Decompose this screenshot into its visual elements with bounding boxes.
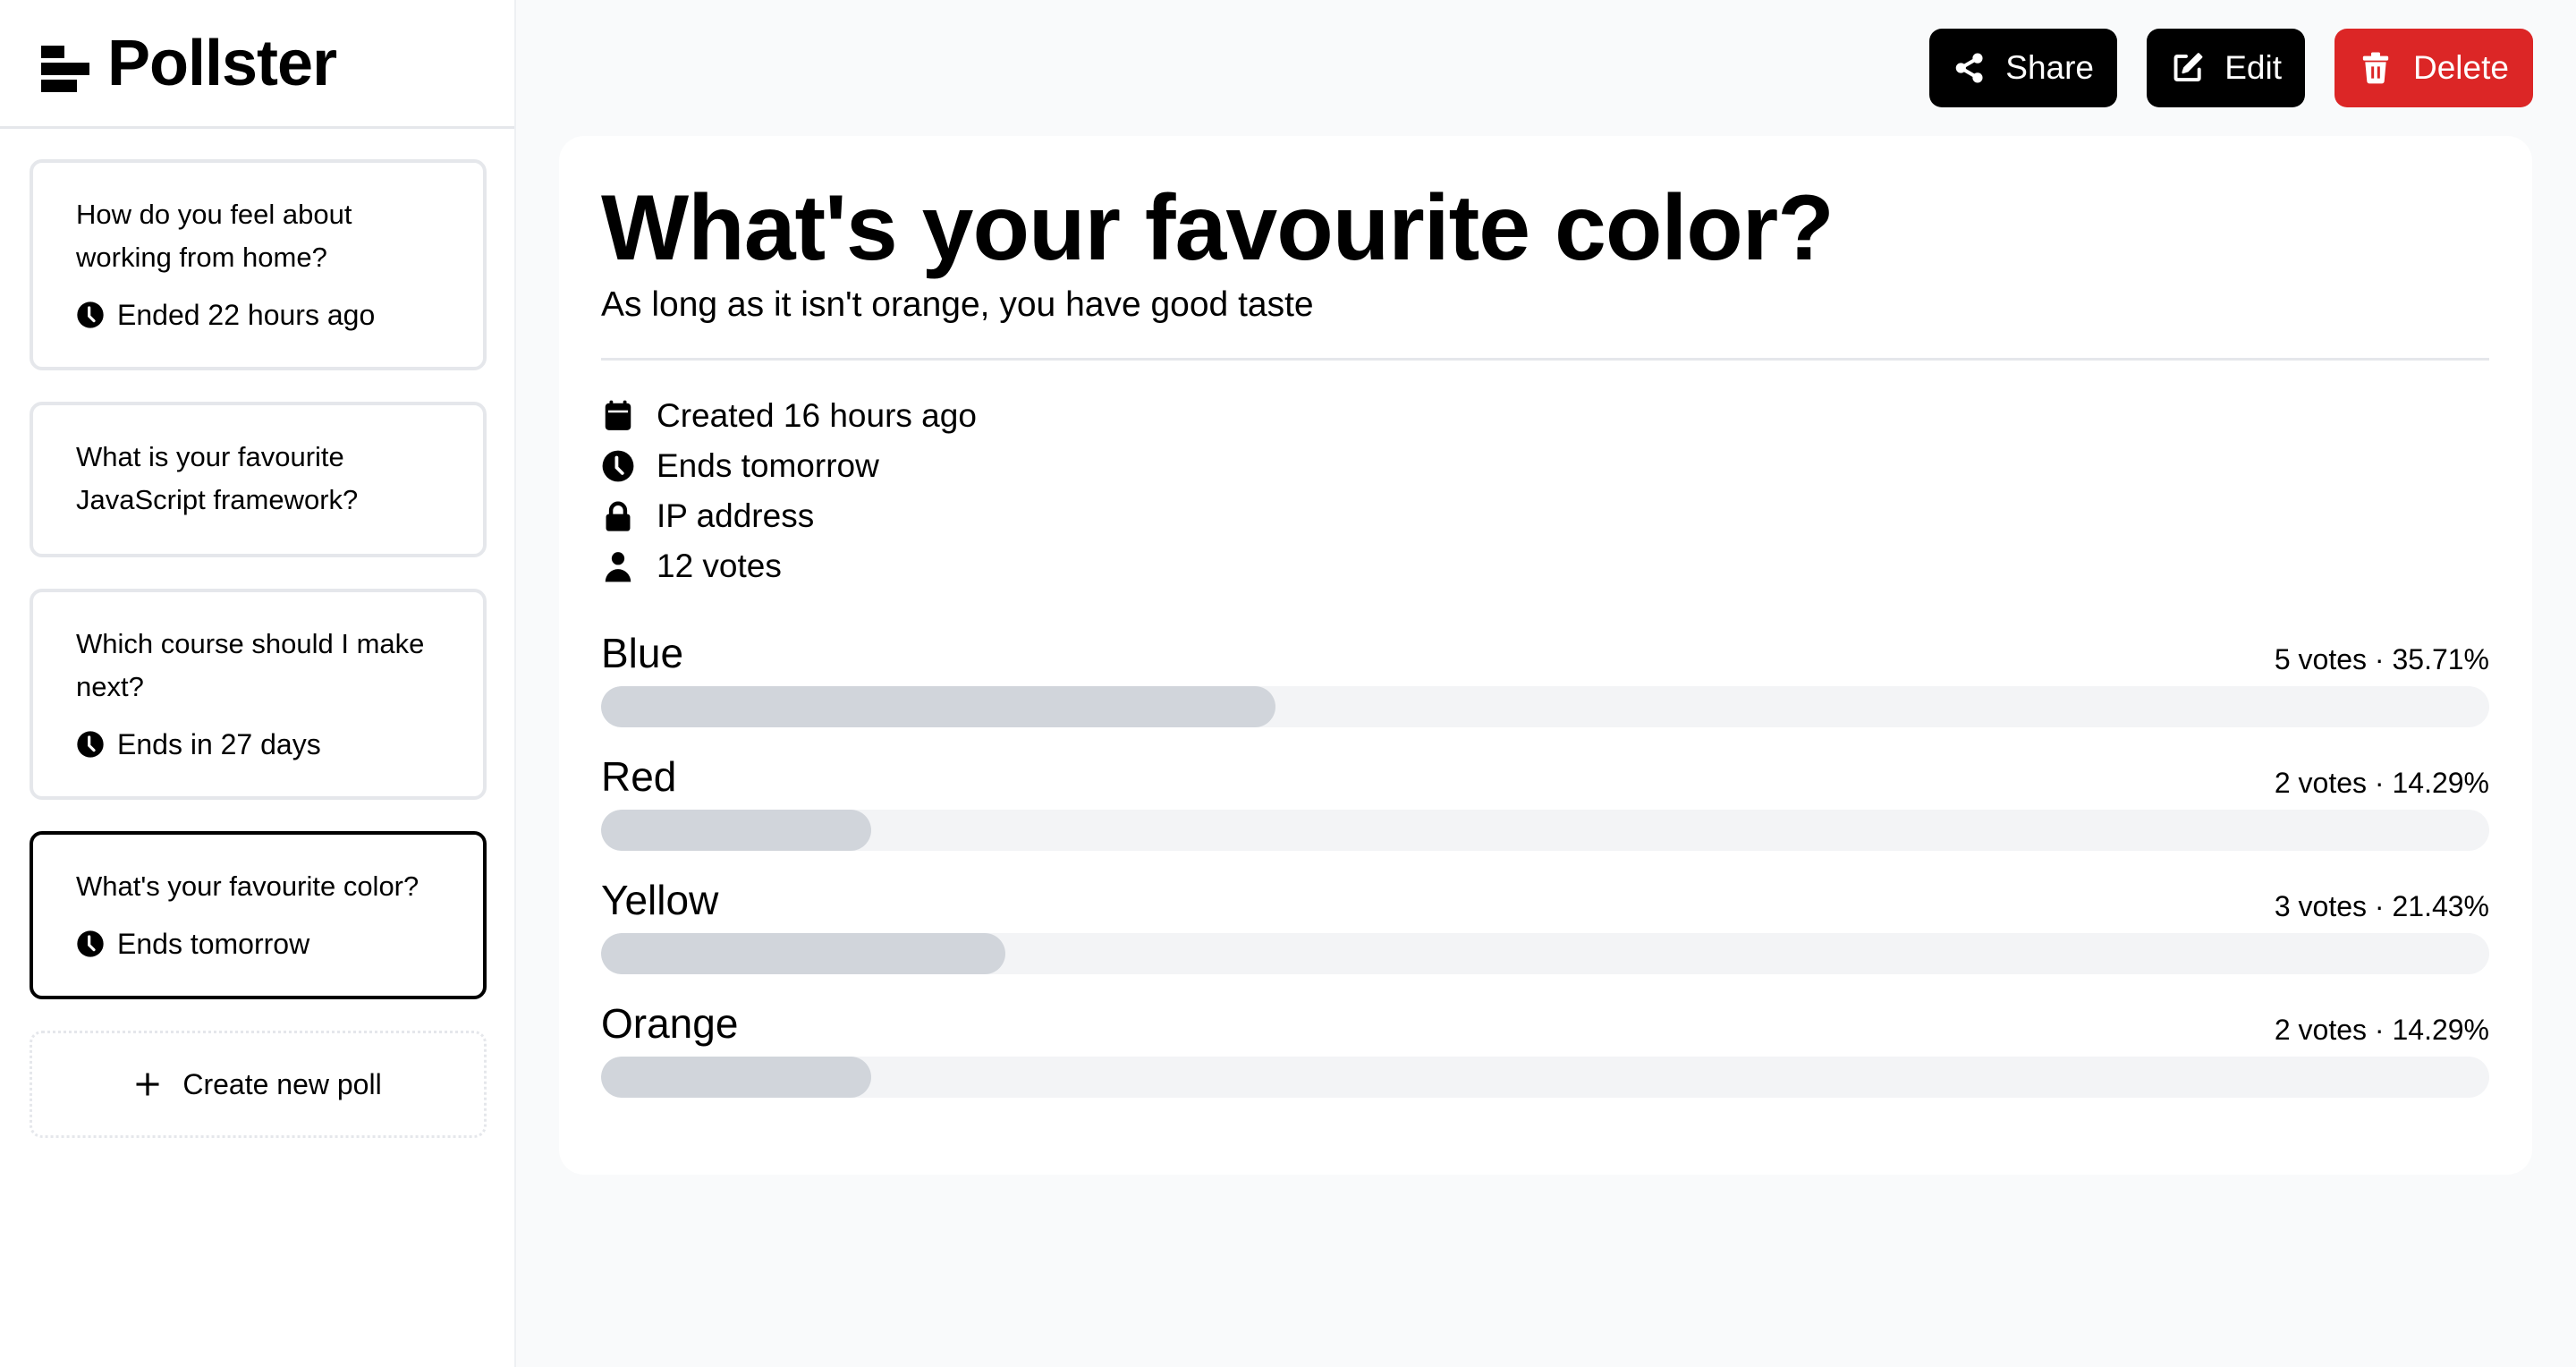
brand-header: Pollster bbox=[0, 0, 514, 129]
restriction-text: IP address bbox=[657, 497, 815, 535]
option-count: 3 votes · 21.43% bbox=[2274, 890, 2489, 923]
option-count: 2 votes · 14.29% bbox=[2274, 767, 2489, 800]
delete-button[interactable]: Delete bbox=[2334, 29, 2533, 107]
poll-options: Blue 5 votes · 35.71% Red 2 votes · 14.2… bbox=[601, 622, 2489, 1099]
poll-subtitle: As long as it isn't orange, you have goo… bbox=[601, 284, 1314, 324]
option-progress-fill bbox=[601, 933, 1006, 975]
lock-icon bbox=[606, 502, 631, 532]
edit-button[interactable]: Edit bbox=[2147, 29, 2305, 107]
option-label: Blue bbox=[601, 630, 684, 677]
edit-label: Edit bbox=[2224, 49, 2282, 86]
poll-meta: Created 16 hours ago Ends tomorrow IP ad… bbox=[601, 391, 2489, 591]
clock-icon bbox=[77, 301, 104, 328]
calendar-icon bbox=[605, 400, 631, 431]
option-progress-track bbox=[601, 933, 2489, 975]
poll-question: What's your favourite color? bbox=[76, 870, 419, 902]
option-label: Orange bbox=[601, 1000, 739, 1048]
option-count: 2 votes · 14.29% bbox=[2274, 1014, 2489, 1047]
create-new-poll-label: Create new poll bbox=[182, 1067, 382, 1100]
meta-created: Created 16 hours ago bbox=[601, 391, 2489, 441]
app-name[interactable]: Pollster bbox=[107, 31, 337, 96]
poll-option[interactable]: Red 2 votes · 14.29% bbox=[601, 745, 2489, 852]
share-icon bbox=[1955, 53, 1983, 83]
poll-question: What is your favourite JavaScript framew… bbox=[76, 441, 359, 515]
option-label: Yellow bbox=[601, 877, 719, 924]
poll-list-item[interactable]: Which course should I make next? Ends in… bbox=[30, 589, 487, 800]
plus-icon bbox=[136, 1073, 159, 1096]
edit-icon bbox=[2174, 53, 2203, 82]
poll-status-text: Ended 22 hours ago bbox=[117, 299, 376, 331]
option-progress-fill bbox=[601, 1057, 871, 1099]
option-progress-fill bbox=[601, 810, 871, 852]
poll-option[interactable]: Orange 2 votes · 14.29% bbox=[601, 992, 2489, 1099]
poll-list: How do you feel about working from home?… bbox=[30, 159, 487, 1138]
poll-status: Ended 22 hours ago bbox=[76, 293, 440, 336]
option-progress-track bbox=[601, 1057, 2489, 1099]
share-button[interactable]: Share bbox=[1929, 29, 2117, 107]
clock-icon bbox=[602, 450, 634, 482]
poll-option[interactable]: Yellow 3 votes · 21.43% bbox=[601, 869, 2489, 975]
meta-restriction: IP address bbox=[601, 491, 2489, 541]
votes-text: 12 votes bbox=[657, 548, 782, 585]
clock-icon bbox=[77, 930, 104, 957]
poll-status: Ends in 27 days bbox=[76, 723, 440, 766]
logo-icon bbox=[41, 45, 93, 92]
created-text: Created 16 hours ago bbox=[657, 397, 977, 435]
poll-list-item[interactable]: What is your favourite JavaScript framew… bbox=[30, 402, 487, 557]
option-progress-fill bbox=[601, 686, 1275, 728]
meta-votes: 12 votes bbox=[601, 541, 2489, 591]
sidebar: Pollster How do you feel about working f… bbox=[0, 0, 516, 1367]
poll-title: What's your favourite color? bbox=[601, 176, 1835, 280]
delete-label: Delete bbox=[2413, 49, 2509, 86]
share-label: Share bbox=[2005, 49, 2094, 86]
poll-actions-toolbar: Share Edit Delete bbox=[1929, 29, 2533, 107]
poll-question: Which course should I make next? bbox=[76, 628, 425, 702]
meta-ends: Ends tomorrow bbox=[601, 441, 2489, 491]
poll-list-item-active[interactable]: What's your favourite color? Ends tomorr… bbox=[30, 831, 487, 999]
user-icon bbox=[605, 552, 631, 582]
create-new-poll-button[interactable]: Create new poll bbox=[30, 1031, 487, 1138]
option-progress-track bbox=[601, 686, 2489, 728]
divider bbox=[601, 358, 2489, 361]
poll-option[interactable]: Blue 5 votes · 35.71% bbox=[601, 622, 2489, 728]
poll-detail-card: What's your favourite color? As long as … bbox=[559, 136, 2532, 1175]
poll-status-text: Ends in 27 days bbox=[117, 728, 321, 760]
option-progress-track bbox=[601, 810, 2489, 852]
option-count: 5 votes · 35.71% bbox=[2274, 643, 2489, 676]
poll-status-text: Ends tomorrow bbox=[117, 928, 310, 960]
option-label: Red bbox=[601, 753, 677, 801]
clock-icon bbox=[77, 731, 104, 758]
trash-icon bbox=[2362, 52, 2389, 84]
poll-list-item[interactable]: How do you feel about working from home?… bbox=[30, 159, 487, 370]
poll-status: Ends tomorrow bbox=[76, 922, 440, 965]
ends-text: Ends tomorrow bbox=[657, 447, 879, 485]
poll-question: How do you feel about working from home? bbox=[76, 199, 352, 273]
